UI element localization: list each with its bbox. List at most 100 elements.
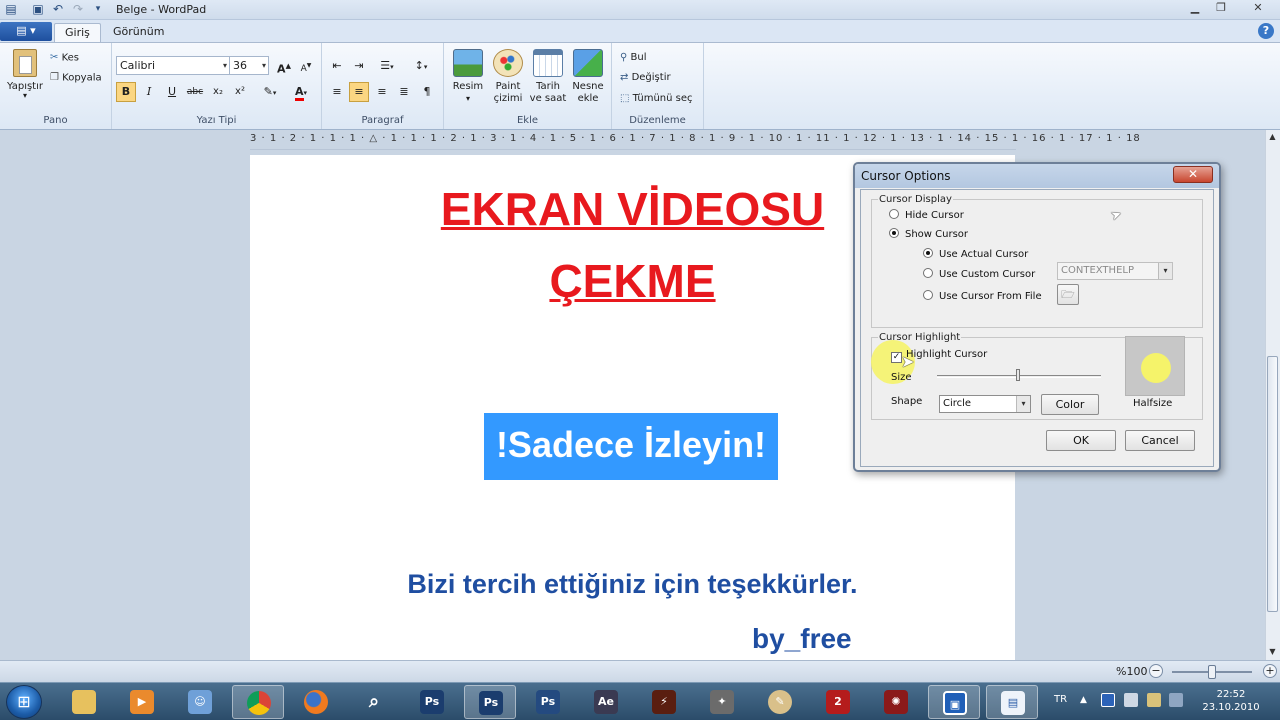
shape-select[interactable]: Circle ▾ [939, 395, 1031, 413]
taskbar-users[interactable]: ☺ [174, 685, 226, 719]
shrink-font-icon[interactable]: A▼ [296, 56, 316, 76]
custom-cursor-select[interactable]: CONTEXTHELP ▾ [1057, 262, 1173, 280]
taskbar-game-3[interactable]: 2 [812, 685, 864, 719]
italic-button[interactable]: I [139, 82, 159, 102]
grow-font-icon[interactable]: A▲ [274, 56, 294, 76]
zoom-in-icon[interactable]: + [1263, 664, 1277, 678]
underline-button[interactable]: U [162, 82, 182, 102]
taskbar-photoshop-1[interactable]: Ps [406, 685, 458, 719]
browse-file-button[interactable]: 🗁 [1057, 284, 1079, 305]
zoom-slider-handle[interactable] [1208, 665, 1216, 679]
cut-label: Kes [61, 52, 79, 64]
volume-icon[interactable] [1169, 693, 1183, 707]
group-label-paragraph: Paragraf [361, 115, 404, 126]
scroll-down-icon[interactable]: ▼ [1266, 646, 1279, 658]
paste-button[interactable]: Yapıştır ▾ [6, 49, 44, 100]
dialog-title-bar[interactable]: Cursor Options ✕ [855, 164, 1219, 188]
dialog-close-button[interactable]: ✕ [1173, 166, 1213, 183]
group-label-editing: Düzenleme [629, 115, 686, 126]
size-slider-handle[interactable] [1015, 369, 1020, 381]
font-color-button[interactable]: A▾ [286, 82, 316, 102]
taskbar-chrome[interactable] [232, 685, 284, 719]
align-center-icon[interactable]: ≡ [349, 82, 369, 102]
redo-icon[interactable]: ↷ [70, 2, 86, 17]
bullet-list-icon[interactable]: ☰▾ [372, 56, 402, 76]
cut-button[interactable]: ✂ Kes [50, 52, 79, 64]
paint-drawing-button[interactable]: Paint çizimi [486, 49, 530, 105]
ruler[interactable]: 3 · 1 · 2 · 1 · 1 · 1 · △ · 1 · 1 · 1 · … [250, 133, 1140, 149]
taskbar-game-2[interactable]: ✦ [696, 685, 748, 719]
radio-circle [923, 268, 933, 278]
network-icon[interactable] [1124, 693, 1138, 707]
taskbar-game-1[interactable]: ⚡ [638, 685, 690, 719]
paragraph-settings-icon[interactable]: ¶ [417, 82, 437, 102]
use-cursor-from-file-radio[interactable]: Use Cursor From File [923, 290, 1042, 302]
help-icon[interactable]: ? [1258, 23, 1274, 39]
taskbar-search-tool[interactable]: ⌕ [348, 685, 400, 719]
font-size-select[interactable]: 36 ▾ [229, 56, 269, 75]
app-menu-button[interactable]: ▤ ▾ [0, 22, 52, 41]
line-spacing-icon[interactable]: ↕▾ [406, 56, 436, 76]
taskbar-paint[interactable]: ✎ [754, 685, 806, 719]
taskbar-screen-recorder[interactable]: ▣ [928, 685, 980, 719]
replace-button[interactable]: ⇄ Değiştir [620, 72, 671, 83]
use-custom-label: Use Custom Cursor [939, 269, 1036, 280]
select-all-button[interactable]: ⬚ Tümünü seç [620, 93, 693, 104]
photoshop-icon: Ps [536, 690, 560, 714]
close-button[interactable]: ✕ [1240, 1, 1276, 16]
superscript-button[interactable]: x² [230, 82, 250, 102]
taskbar-explorer[interactable] [58, 685, 110, 719]
undo-icon[interactable]: ↶ [50, 2, 66, 17]
cancel-button[interactable]: Cancel [1125, 430, 1195, 451]
hide-cursor-radio[interactable]: Hide Cursor [889, 209, 964, 221]
increase-indent-icon[interactable]: ⇥ [349, 56, 369, 76]
insert-picture-button[interactable]: Resim ▾ [446, 49, 490, 105]
group-label-clipboard: Pano [43, 115, 68, 126]
language-indicator[interactable]: TR [1054, 694, 1067, 705]
taskbar-firefox[interactable] [290, 685, 342, 719]
quick-access-dropdown-icon[interactable]: ▾ [90, 2, 106, 17]
decrease-indent-icon[interactable]: ⇤ [327, 56, 347, 76]
tray-expand-icon[interactable]: ▲ [1080, 693, 1094, 707]
strikethrough-button[interactable]: abc [185, 82, 205, 102]
scroll-up-icon[interactable]: ▲ [1266, 131, 1279, 143]
bold-button[interactable]: B [116, 82, 136, 102]
tab-view[interactable]: Görünüm [103, 23, 174, 42]
tab-home[interactable]: Giriş [54, 23, 101, 42]
minimize-button[interactable]: ▁ [1184, 1, 1206, 16]
highlight-preview [1125, 336, 1185, 396]
align-left-icon[interactable]: ≡ [327, 82, 347, 102]
insert-object-button[interactable]: Nesne ekle [566, 49, 610, 105]
show-cursor-radio[interactable]: Show Cursor [889, 228, 968, 240]
restore-button[interactable]: ❐ [1210, 1, 1232, 16]
taskbar-wordpad[interactable]: ▤ [986, 685, 1038, 719]
zoom-out-icon[interactable]: − [1149, 664, 1163, 678]
date-time-button[interactable]: Tarih ve saat [526, 49, 570, 105]
after-effects-icon: Ae [594, 690, 618, 714]
taskbar-after-effects[interactable]: Ae [580, 685, 632, 719]
start-button[interactable] [6, 685, 42, 719]
taskbar-photoshop-3[interactable]: Ps [522, 685, 574, 719]
tray-app-icon[interactable] [1101, 693, 1115, 707]
save-icon[interactable]: ▣ [30, 2, 46, 17]
color-button[interactable]: Color [1041, 394, 1099, 415]
align-right-icon[interactable]: ≡ [372, 82, 392, 102]
wordpad-app-icon[interactable]: ▤ [3, 2, 19, 17]
scrollbar-thumb[interactable] [1267, 356, 1278, 612]
tray-notification-icon[interactable] [1147, 693, 1161, 707]
find-button[interactable]: ⚲ Bul [620, 52, 647, 63]
justify-icon[interactable]: ≣ [394, 82, 414, 102]
taskbar-media-player[interactable]: ▶ [116, 685, 168, 719]
taskbar-game-4[interactable]: ✺ [870, 685, 922, 719]
use-custom-cursor-radio[interactable]: Use Custom Cursor [923, 268, 1035, 280]
highlight-color-button[interactable]: ✎▾ [254, 82, 286, 102]
group-font: Calibri ▾ 36 ▾ A▲ A▼ B I U abc x₂ x² ✎▾ A▾… [112, 43, 322, 129]
ok-button[interactable]: OK [1046, 430, 1116, 451]
taskbar-photoshop-2[interactable]: Ps [464, 685, 516, 719]
users-icon: ☺ [188, 690, 212, 714]
subscript-button[interactable]: x₂ [208, 82, 228, 102]
copy-button[interactable]: ❐ Kopyala [50, 72, 102, 84]
use-actual-cursor-radio[interactable]: Use Actual Cursor [923, 248, 1028, 260]
clock[interactable]: 22:52 23.10.2010 [1196, 688, 1266, 714]
font-family-select[interactable]: Calibri ▾ [116, 56, 230, 75]
